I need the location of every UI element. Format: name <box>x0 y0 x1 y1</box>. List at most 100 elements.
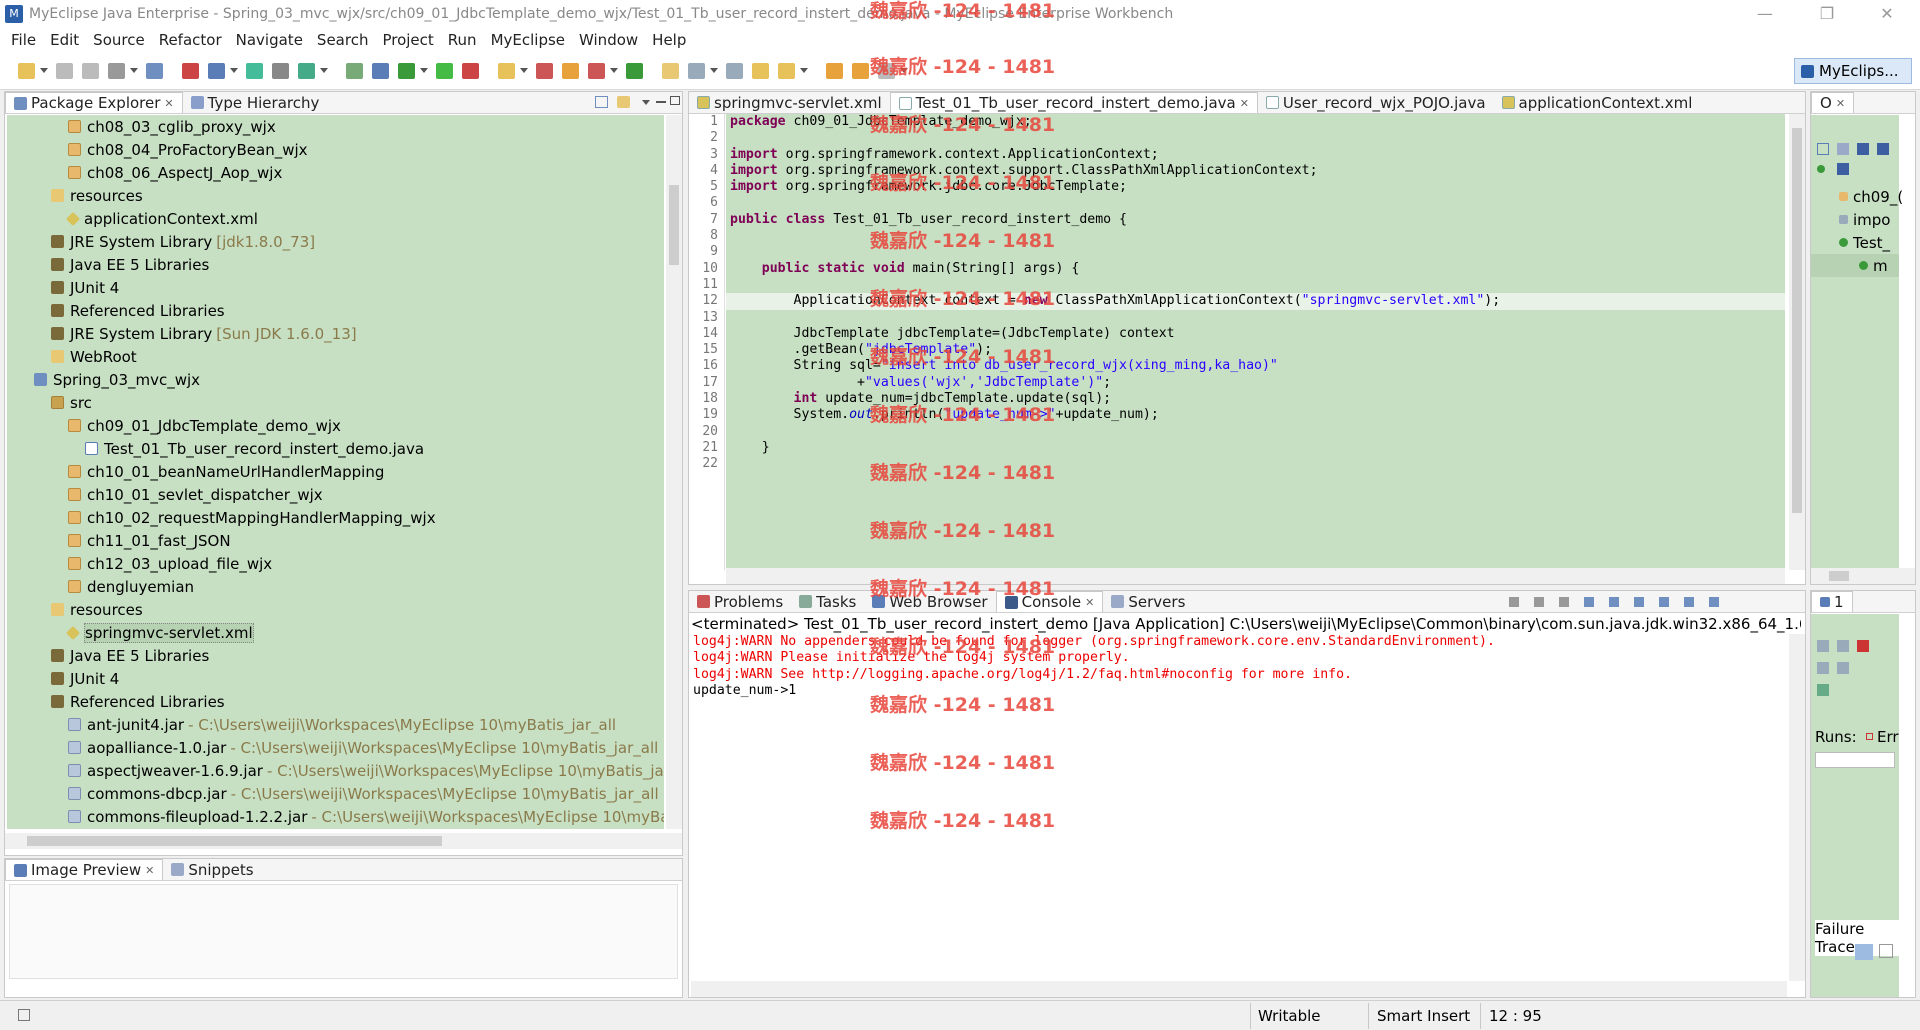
tree-item[interactable]: ch08_06_AspectJ_Aop_wjx <box>7 161 664 184</box>
run-icon[interactable] <box>436 63 453 79</box>
menu-help[interactable]: Help <box>645 31 693 49</box>
previous-annotation-icon[interactable] <box>778 63 795 79</box>
outline-item[interactable]: impo <box>1811 208 1899 231</box>
menu-file[interactable]: File <box>4 31 43 49</box>
save-all-icon[interactable] <box>82 63 99 79</box>
compare-result-icon[interactable] <box>1879 944 1893 958</box>
scrollbar-thumb[interactable] <box>27 836 442 846</box>
menu-window[interactable]: Window <box>572 31 645 49</box>
search-icon[interactable] <box>272 63 289 79</box>
dropdown-icon[interactable] <box>900 68 908 73</box>
database-icon[interactable] <box>372 63 389 79</box>
new-server-icon[interactable] <box>208 63 225 79</box>
dropdown-icon[interactable] <box>610 68 618 73</box>
tree-item[interactable]: Test_01_Tb_user_record_instert_demo.java <box>7 437 664 460</box>
menu-myeclipse[interactable]: MyEclipse <box>484 31 572 49</box>
stop-test-icon[interactable] <box>1837 662 1849 674</box>
minimize-view-icon[interactable] <box>656 101 666 103</box>
deploy-icon[interactable] <box>182 63 199 79</box>
tab-outline[interactable]: O ✕ <box>1811 92 1855 113</box>
hide-fields-icon[interactable] <box>1857 143 1869 155</box>
outline-item[interactable]: Test_ <box>1811 231 1899 254</box>
tab-problems[interactable]: Problems <box>689 591 791 612</box>
close-button[interactable]: ✕ <box>1864 0 1910 28</box>
tab-type-hierarchy[interactable]: Type Hierarchy <box>183 92 328 113</box>
terminate-icon[interactable] <box>1509 597 1519 607</box>
tree-item[interactable]: ch10_02_requestMappingHandlerMapping_wjx <box>7 506 664 529</box>
tree-item[interactable]: JRE System Library [Sun JDK 1.6.0_13] <box>7 322 664 345</box>
editor-tab[interactable]: springmvc-servlet.xml <box>689 92 890 113</box>
minimize-button[interactable]: — <box>1742 0 1788 28</box>
close-tab-icon[interactable]: ✕ <box>145 864 154 877</box>
tree-item[interactable]: WebRoot <box>7 345 664 368</box>
editor-horizontal-scrollbar[interactable] <box>726 568 1785 584</box>
last-edit-icon[interactable] <box>878 63 895 79</box>
public-members-icon[interactable] <box>1817 165 1825 173</box>
tree-item[interactable]: ch08_03_cglib_proxy_wjx <box>7 115 664 138</box>
code-area[interactable]: package ch09_01_JdbcTemplate_demo_wjx; im… <box>726 114 1785 570</box>
save-icon[interactable] <box>56 63 73 79</box>
link-with-editor-icon[interactable] <box>617 96 630 108</box>
toggle-comment-icon[interactable] <box>626 63 643 79</box>
open-folder-icon[interactable] <box>562 63 579 79</box>
sort-icon[interactable] <box>1837 143 1849 155</box>
dropdown-icon[interactable] <box>710 68 718 73</box>
view-menu-icon[interactable] <box>642 100 650 105</box>
run-server-icon[interactable] <box>298 63 315 79</box>
debug-icon[interactable] <box>398 63 415 79</box>
close-tab-icon[interactable]: ✕ <box>1836 97 1845 110</box>
show-whitespace-icon[interactable] <box>688 63 705 79</box>
menu-navigate[interactable]: Navigate <box>229 31 310 49</box>
tree-item[interactable]: ch12_03_upload_file_wjx <box>7 552 664 575</box>
dropdown-icon[interactable] <box>420 68 428 73</box>
console-output[interactable]: log4j:WARN No appenders could be found f… <box>691 634 1787 981</box>
tab-servers[interactable]: Servers <box>1103 591 1193 612</box>
dropdown-icon[interactable] <box>320 68 328 73</box>
tree-vertical-scrollbar[interactable] <box>666 115 682 829</box>
block-selection-icon[interactable] <box>726 63 743 79</box>
editor-vertical-scrollbar[interactable] <box>1789 114 1805 570</box>
tab-console[interactable]: Console ✕ <box>995 591 1104 612</box>
rerun-test-icon[interactable] <box>1817 662 1829 674</box>
editor-tab[interactable]: User_record_wjx_POJO.java <box>1258 92 1494 113</box>
next-annotation-icon[interactable] <box>752 63 769 79</box>
history-icon[interactable] <box>1817 684 1829 696</box>
outline-item[interactable]: m <box>1811 254 1899 277</box>
collapse-all-icon[interactable] <box>1817 143 1829 155</box>
console-vertical-scrollbar[interactable] <box>1789 634 1805 981</box>
remove-launch-icon[interactable] <box>1534 597 1544 607</box>
collapse-all-icon[interactable] <box>595 96 608 108</box>
run-last-icon[interactable] <box>462 63 479 79</box>
test-icon[interactable] <box>536 63 553 79</box>
outline-item[interactable]: ch09_( <box>1811 185 1903 208</box>
new-project-icon[interactable] <box>146 63 163 79</box>
tree-item[interactable]: src <box>7 391 664 414</box>
tree-item[interactable]: JUnit 4 <box>7 276 664 299</box>
tree-item[interactable]: Spring_03_mvc_wjx <box>7 368 664 391</box>
web-service-icon[interactable] <box>346 63 363 79</box>
menu-edit[interactable]: Edit <box>43 31 86 49</box>
hide-nonpublic-icon[interactable] <box>1837 163 1849 175</box>
tree-item[interactable]: ant-junit4.jar - C:\Users\weiji\Workspac… <box>7 713 664 736</box>
menu-project[interactable]: Project <box>375 31 440 49</box>
back-icon[interactable] <box>826 63 843 79</box>
tree-item[interactable]: aspectjweaver-1.6.9.jar - C:\Users\weiji… <box>7 759 664 782</box>
mark-icon[interactable] <box>588 63 605 79</box>
open-type-icon[interactable] <box>246 63 263 79</box>
menu-source[interactable]: Source <box>86 31 152 49</box>
next-failure-icon[interactable] <box>1817 640 1829 652</box>
tree-item[interactable]: Referenced Libraries <box>7 690 664 713</box>
pin-console-icon[interactable] <box>1659 597 1669 607</box>
tree-item[interactable]: aopalliance-1.0.jar - C:\Users\weiji\Wor… <box>7 736 664 759</box>
scrollbar-thumb[interactable] <box>669 185 679 265</box>
tree-item[interactable]: ch08_04_ProFactoryBean_wjx <box>7 138 664 161</box>
fast-view-icon[interactable] <box>18 1009 30 1021</box>
editor-tab[interactable]: applicationContext.xml <box>1494 92 1701 113</box>
dropdown-icon[interactable] <box>40 68 48 73</box>
show-failures-only-icon[interactable] <box>1857 640 1869 652</box>
tree-item[interactable]: Java EE 5 Libraries <box>7 644 664 667</box>
tree-item[interactable]: commons-fileupload-1.2.2.jar - C:\Users\… <box>7 805 664 828</box>
tab-junit[interactable]: 1 <box>1811 591 1853 612</box>
close-tab-icon[interactable]: ✕ <box>164 97 173 110</box>
close-tab-icon[interactable]: ✕ <box>1085 596 1094 609</box>
